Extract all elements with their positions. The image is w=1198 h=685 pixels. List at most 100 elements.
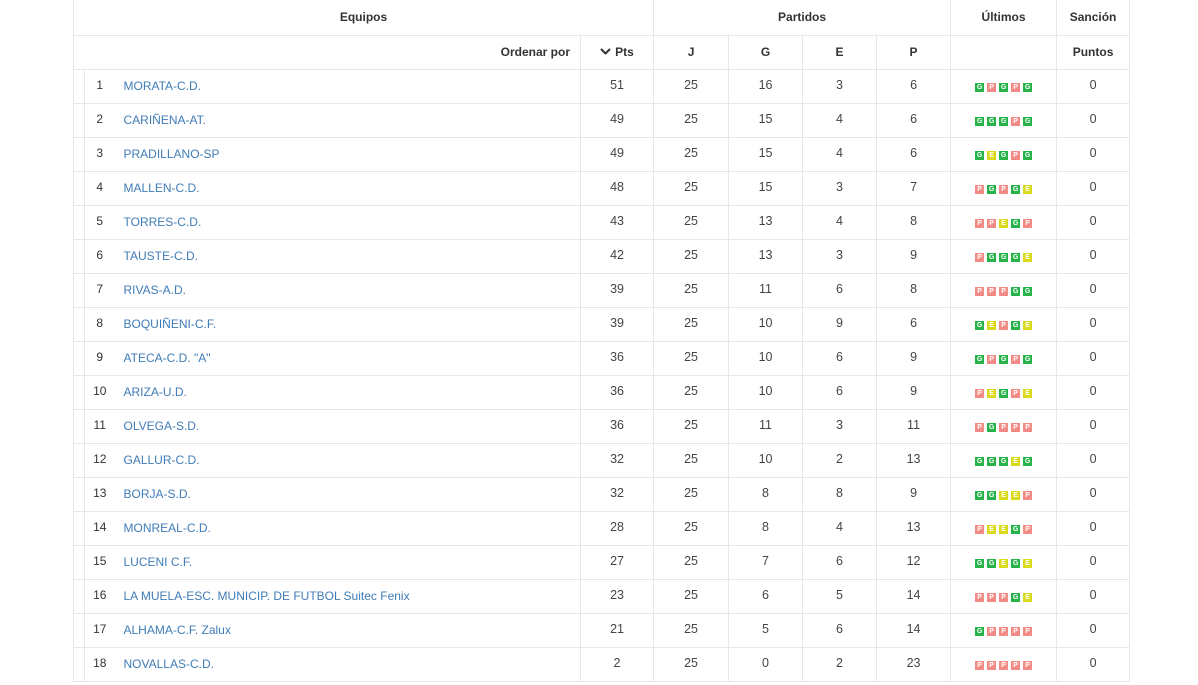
result-badge: G [999,355,1009,365]
team-cell: PRADILLANO-SP [114,136,581,172]
lost-cell: 7 [876,170,952,206]
team-cell: ARIZA-U.D. [114,374,581,410]
last-results-cell: GPGPG [950,68,1058,104]
last-results-cell: PGPGE [950,170,1058,206]
puntos-column-header: Puntos [1056,34,1131,70]
team-link[interactable]: PRADILLANO-SP [124,147,220,161]
last-results: GPPPP [975,627,1033,637]
team-link[interactable]: RIVAS-A.D. [124,283,186,297]
team-link[interactable]: LUCENI C.F. [124,555,193,569]
result-badge: P [999,287,1009,297]
team-link[interactable]: ARIZA-U.D. [124,385,187,399]
result-badge: E [999,525,1009,535]
team-cell: NOVALLAS-C.D. [114,646,581,682]
team-link[interactable]: MORATA-C.D. [124,79,202,93]
won-cell: 10 [728,374,804,410]
p-column-header[interactable]: P [876,34,952,70]
result-badge: E [1011,491,1021,501]
sanction-points-cell: 0 [1056,68,1131,104]
last-results: GPGPG [975,355,1033,365]
last-results-cell: GGEEP [950,476,1058,512]
drawn-cell: 2 [802,442,878,478]
team-link[interactable]: MALLEN-C.D. [124,181,200,195]
standings-row: 17 ALHAMA-C.F. Zalux 21 25 5 6 14 GPPPP … [73,612,1131,648]
result-badge: E [1023,559,1033,569]
team-link[interactable]: MONREAL-C.D. [124,521,211,535]
result-badge: P [999,627,1009,637]
played-cell: 25 [653,544,730,580]
standings-row: 16 LA MUELA-ESC. MUNICIP. DE FUTBOL Suit… [73,578,1131,614]
j-column-header[interactable]: J [653,34,730,70]
result-badge: G [975,491,985,501]
played-cell: 25 [653,238,730,274]
result-badge: G [999,83,1009,93]
result-badge: P [1023,423,1033,433]
points-cell: 27 [579,544,655,580]
result-badge: P [975,593,985,603]
zone-stripe [73,68,85,104]
team-cell: MORATA-C.D. [114,68,581,104]
e-column-header[interactable]: E [802,34,878,70]
g-column-header[interactable]: G [728,34,804,70]
zone-stripe [73,510,85,546]
played-cell: 25 [653,442,730,478]
team-link[interactable]: GALLUR-C.D. [124,453,200,467]
team-link[interactable]: TAUSTE-C.D. [124,249,198,263]
result-badge: G [1023,83,1033,93]
result-badge: E [1023,253,1033,263]
result-badge: G [1023,151,1033,161]
position-cell: 6 [84,238,115,274]
played-cell: 25 [653,646,730,682]
result-badge: P [1011,389,1021,399]
team-link[interactable]: ALHAMA-C.F. Zalux [124,623,231,637]
result-badge: G [975,559,985,569]
lost-cell: 14 [876,578,952,614]
played-cell: 25 [653,510,730,546]
team-cell: LUCENI C.F. [114,544,581,580]
result-badge: P [987,83,997,93]
result-badge: G [975,83,985,93]
team-link[interactable]: BORJA-S.D. [124,487,191,501]
drawn-cell: 4 [802,102,878,138]
sanction-points-cell: 0 [1056,476,1131,512]
points-cell: 48 [579,170,655,206]
lost-cell: 23 [876,646,952,682]
team-link[interactable]: CARIÑENA-AT. [124,113,206,127]
result-badge: P [999,593,1009,603]
team-link[interactable]: BOQUIÑENI-C.F. [124,317,217,331]
lost-cell: 11 [876,408,952,444]
result-badge: P [1023,627,1033,637]
pts-column-header[interactable]: Pts [579,34,655,70]
team-link[interactable]: NOVALLAS-C.D. [124,657,214,671]
team-link[interactable]: ATECA-C.D. "A" [124,351,211,365]
points-cell: 2 [579,646,655,682]
result-badge: P [1011,117,1021,127]
drawn-cell: 3 [802,408,878,444]
team-link[interactable]: TORRES-C.D. [124,215,202,229]
sanction-points-cell: 0 [1056,136,1131,172]
pts-sort-control[interactable]: Pts [600,45,634,59]
last-results: PPPPP [975,661,1033,671]
position-cell: 4 [84,170,115,206]
won-cell: 15 [728,136,804,172]
team-cell: ALHAMA-C.F. Zalux [114,612,581,648]
sanction-points-cell: 0 [1056,170,1131,206]
result-badge: P [975,219,985,229]
position-cell: 9 [84,340,115,376]
position-cell: 5 [84,204,115,240]
result-badge: E [987,389,997,399]
position-cell: 16 [84,578,115,614]
sanction-points-cell: 0 [1056,238,1131,274]
drawn-cell: 9 [802,306,878,342]
result-badge: E [1023,321,1033,331]
points-cell: 39 [579,272,655,308]
team-link[interactable]: OLVEGA-S.D. [124,419,200,433]
sanction-points-cell: 0 [1056,544,1131,580]
drawn-cell: 5 [802,578,878,614]
result-badge: E [1011,457,1021,467]
zone-stripe [73,170,85,206]
team-link[interactable]: LA MUELA-ESC. MUNICIP. DE FUTBOL Suitec … [124,589,410,603]
played-cell: 25 [653,204,730,240]
won-cell: 5 [728,612,804,648]
chevron-down-icon [600,48,611,56]
